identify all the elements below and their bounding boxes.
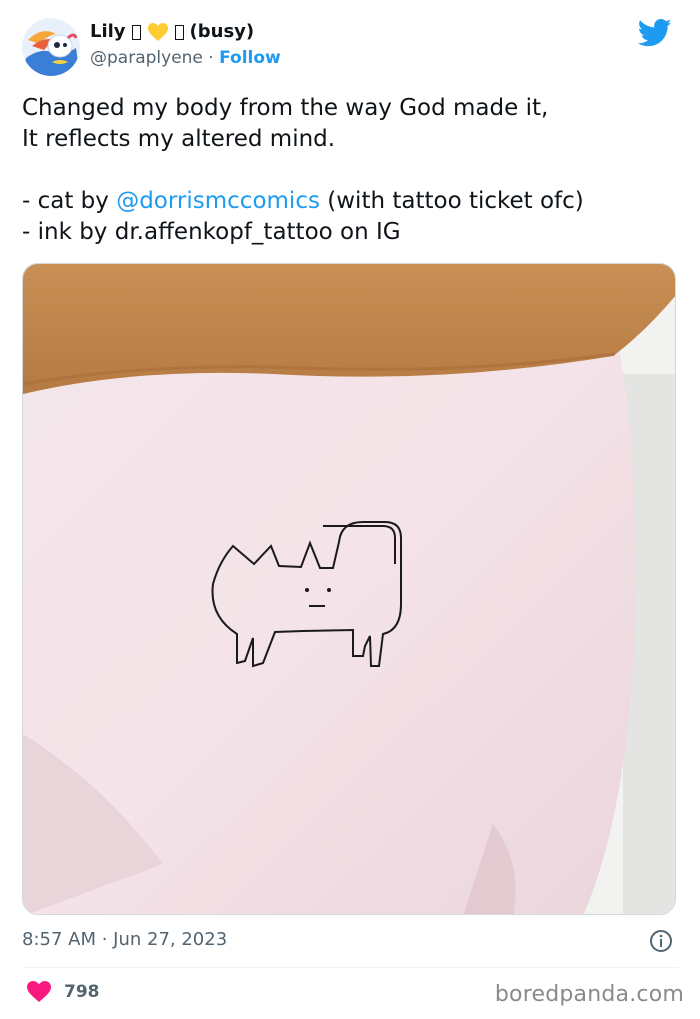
handle-row: @paraplyene · Follow: [90, 46, 281, 70]
display-name-text: Lily: [90, 21, 126, 42]
twitter-bird-icon[interactable]: [638, 18, 672, 48]
source-watermark: boredpanda.com: [494, 982, 684, 1007]
display-name-status: (busy): [189, 21, 255, 42]
like-count: 798: [64, 982, 100, 1002]
divider: [22, 967, 678, 968]
tweet-line: Changed my body from the way God made it…: [22, 95, 549, 121]
handle-separator: ·: [208, 48, 214, 68]
tweet-blank-line: [22, 155, 682, 186]
tweet-timestamp[interactable]: 8:57 AM · Jun 27, 2023: [22, 928, 227, 952]
yellow-heart-icon: [147, 23, 168, 41]
unsupported-emoji-glyph: [174, 24, 184, 40]
credit-prefix: - cat by: [22, 188, 117, 214]
user-info: Lily (busy) @paraplyene · Follow: [90, 20, 281, 70]
tweet-credit-line: - cat by @dorrismccomics (with tattoo ti…: [22, 186, 682, 217]
mention-link[interactable]: @dorrismccomics: [116, 188, 320, 214]
tweet-credit-line: - ink by dr.affenkopf_tattoo on IG: [22, 219, 401, 245]
display-name[interactable]: Lily (busy): [90, 20, 281, 44]
follow-button[interactable]: Follow: [219, 48, 281, 68]
tweet-photo[interactable]: [22, 263, 676, 915]
tweet-line: It reflects my altered mind.: [22, 126, 336, 152]
tweet-header: Lily (busy) @paraplyene · Follow: [22, 16, 682, 76]
tattoo-photo: [23, 264, 675, 914]
unsupported-emoji-glyph: [131, 24, 141, 40]
credit-suffix: (with tattoo ticket ofc): [319, 188, 584, 214]
like-action[interactable]: 798: [26, 980, 100, 1004]
info-icon[interactable]: [649, 929, 673, 953]
tweet-body: Changed my body from the way God made it…: [22, 93, 682, 248]
user-handle[interactable]: @paraplyene: [90, 48, 203, 68]
heart-icon[interactable]: [26, 980, 52, 1004]
avatar[interactable]: [22, 18, 80, 76]
